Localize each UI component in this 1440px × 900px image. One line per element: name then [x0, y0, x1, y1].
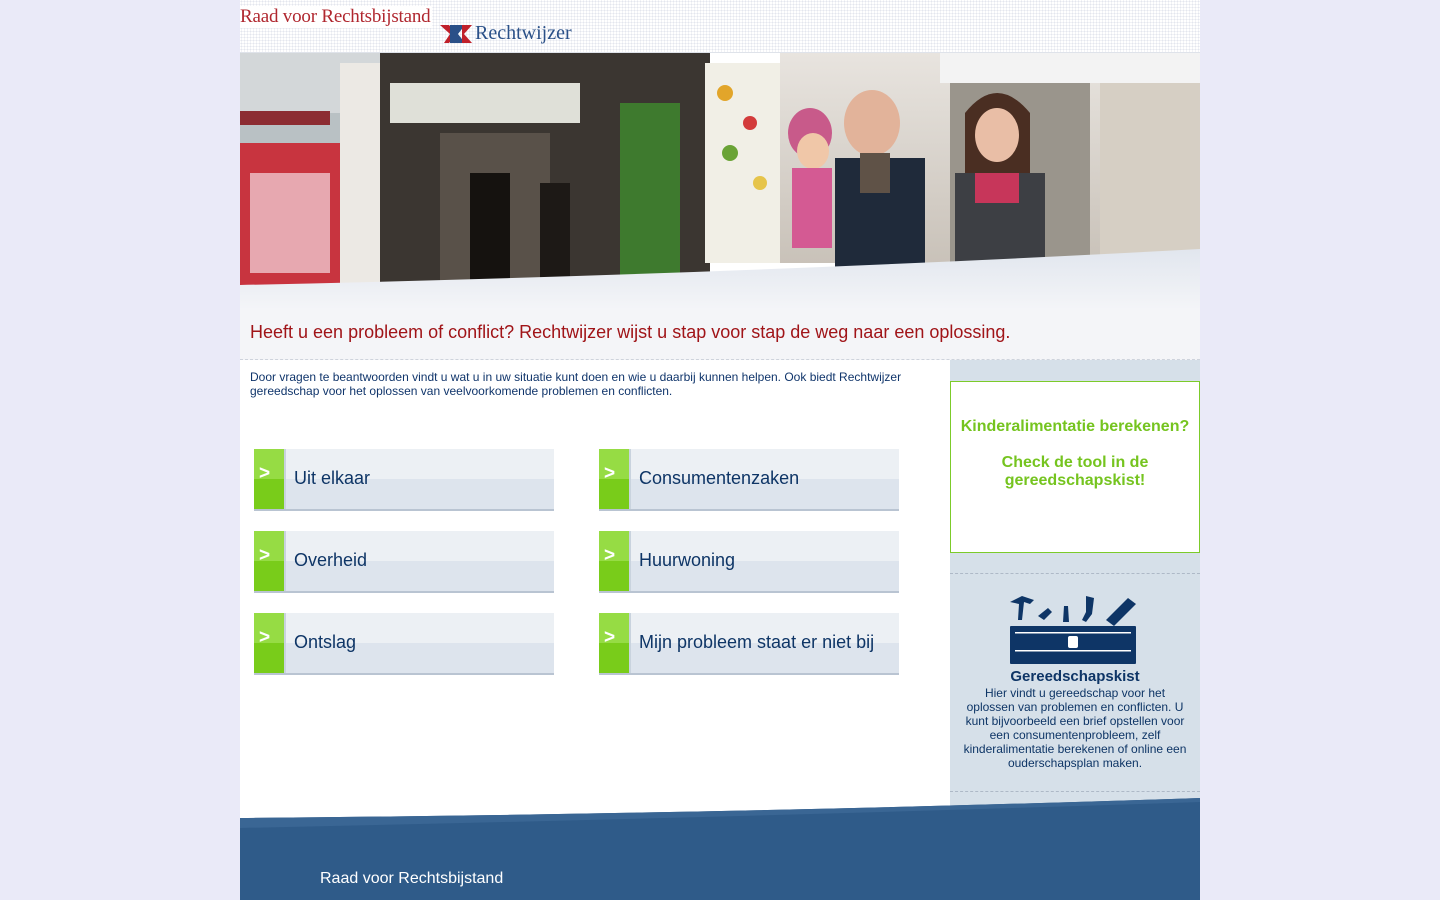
- divider: [950, 791, 1200, 792]
- toolbox-icon[interactable]: [1008, 596, 1140, 666]
- tile-consumentenzaken[interactable]: > Consumentenzaken: [599, 449, 899, 511]
- tile-label: Huurwoning: [639, 550, 736, 570]
- toolbox-description: Hier vindt u gereedschap voor het oploss…: [963, 686, 1187, 770]
- arrow-icon: >: [599, 613, 631, 673]
- tile-label: Mijn probleem staat er niet bij: [639, 632, 875, 652]
- arrow-icon: >: [254, 449, 286, 509]
- tile-mijn-probleem[interactable]: > Mijn probleem staat er niet bij: [599, 613, 899, 675]
- rechtwijzer-mark-icon: [440, 25, 472, 43]
- tile-uit-elkaar[interactable]: > Uit elkaar: [254, 449, 554, 511]
- toolbox-title[interactable]: Gereedschapskist: [950, 668, 1200, 685]
- tile-label: Consumentenzaken: [639, 468, 800, 488]
- sidebar: Kinderalimentatie berekenen? Check de to…: [950, 360, 1200, 810]
- logo-rw-text: Rechtwijzer: [475, 22, 572, 44]
- arrow-icon: >: [599, 449, 631, 509]
- arrow-icon: >: [254, 531, 286, 591]
- promo-line-1: Kinderalimentatie berekenen?: [960, 418, 1190, 435]
- arrow-icon: >: [254, 613, 286, 673]
- arrow-icon: >: [599, 531, 631, 591]
- kinderalimentatie-promo[interactable]: Kinderalimentatie berekenen? Check de to…: [950, 381, 1200, 553]
- headline-bar: Heeft u een probleem of conflict? Rechtw…: [240, 308, 1200, 360]
- footer-rvr-link[interactable]: Raad voor Rechtsbijstand: [320, 870, 503, 888]
- divider: [950, 573, 1200, 574]
- hero-image: [240, 53, 1200, 310]
- header: Raad voor Rechtsbijstand Rechtwijzer: [240, 0, 1200, 53]
- tile-label: Uit elkaar: [294, 468, 371, 488]
- tile-label: Overheid: [294, 550, 368, 570]
- headline-text: Heeft u een probleem of conflict? Rechtw…: [250, 322, 1011, 342]
- tile-huurwoning[interactable]: > Huurwoning: [599, 531, 899, 593]
- raad-voor-rechtsbijstand-logo[interactable]: Raad voor Rechtsbijstand: [240, 6, 433, 28]
- logo-rvr-text: Raad voor Rechtsbijstand: [240, 6, 431, 27]
- tile-label: Ontslag: [294, 632, 357, 652]
- promo-line-2: Check de tool in de gereedschapskist!: [1001, 454, 1149, 489]
- intro-text: Door vragen te beantwoorden vindt u wat …: [250, 370, 902, 398]
- tile-overheid[interactable]: > Overheid: [254, 531, 554, 593]
- page: Raad voor Rechtsbijstand Rechtwijzer Hee…: [240, 0, 1200, 900]
- tile-ontslag[interactable]: > Ontslag: [254, 613, 554, 675]
